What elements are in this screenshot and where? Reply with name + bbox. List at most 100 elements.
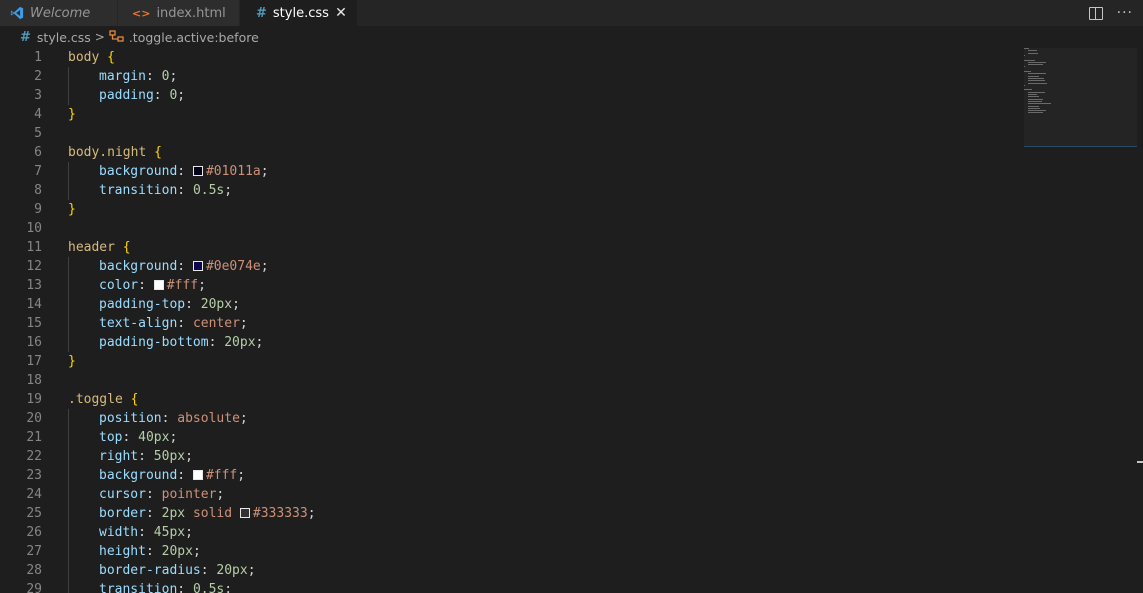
code-line: padding-top: 20px;: [68, 295, 316, 314]
line-number: 27: [26, 544, 42, 559]
tab-label: Welcome: [30, 5, 91, 21]
color-swatch[interactable]: [192, 261, 203, 271]
css-value: 45px: [153, 525, 186, 540]
code-line: cursor: pointer;: [68, 485, 316, 504]
code-line: body {: [68, 48, 316, 67]
code-line: right: 50px;: [68, 447, 316, 466]
line-number: 28: [26, 563, 42, 578]
breadcrumb-file[interactable]: style.css: [37, 30, 91, 45]
indent-guide: [68, 504, 99, 523]
minimap-line: [1024, 71, 1032, 72]
css-property: padding: [99, 88, 154, 103]
css-value: 2px: [161, 506, 186, 521]
css-selector: body.night: [68, 145, 147, 160]
css-property: background: [99, 259, 178, 274]
code-line: background: #01011a;: [68, 162, 316, 181]
split-editor-icon[interactable]: [1088, 6, 1103, 20]
indent-guide: [68, 409, 99, 428]
css-property: margin: [99, 69, 146, 84]
css-value: 20px: [161, 544, 193, 559]
css-selector: header: [68, 240, 115, 255]
indent-guide: [68, 86, 99, 105]
line-number: 5: [34, 126, 42, 141]
css-value: 0.5s: [192, 183, 225, 198]
indent-guide: [68, 466, 99, 485]
tab-index-html[interactable]: <> index.html: [118, 0, 240, 26]
minimap-line: [1028, 105, 1039, 107]
code-line: .toggle {: [68, 390, 316, 409]
line-number-gutter: 1 2 3 4 5 6 7 8 9 10 11 12 13 14 15 16 1…: [0, 48, 48, 593]
minimap-viewport[interactable]: [1024, 48, 1137, 147]
line-number: 7: [34, 164, 42, 179]
css-property: top: [99, 430, 123, 445]
code-line: }: [68, 105, 316, 124]
code-line: border: 2px solid #333333;: [68, 504, 316, 523]
code-area[interactable]: body { margin: 0; padding: 0; } body.nig…: [68, 48, 316, 593]
color-swatch[interactable]: [239, 508, 250, 518]
code-line: color: #fff;: [68, 276, 316, 295]
tab-style-css[interactable]: # style.css ✕: [240, 0, 358, 26]
brace: }: [68, 354, 76, 369]
code-line: background: #0e074e;: [68, 257, 316, 276]
brace: {: [107, 50, 115, 65]
css-file-icon: #: [256, 5, 267, 21]
editor-pane[interactable]: 1 2 3 4 5 6 7 8 9 10 11 12 13 14 15 16 1…: [0, 48, 1143, 593]
css-value: absolute: [177, 411, 240, 426]
css-value: 0.5s: [192, 582, 225, 593]
color-swatch[interactable]: [153, 280, 164, 290]
close-icon[interactable]: ✕: [331, 3, 351, 23]
css-property: background: [99, 164, 178, 179]
minimap-line: [1028, 94, 1037, 95]
breadcrumb-symbol[interactable]: .toggle.active:before: [129, 30, 259, 45]
css-property: border: [99, 506, 146, 521]
css-value: pointer: [161, 487, 217, 502]
code-line: height: 20px;: [68, 542, 316, 561]
code-line: width: 45px;: [68, 523, 316, 542]
code-line: }: [68, 352, 316, 371]
css-property: background: [99, 468, 178, 483]
minimap-line: [1024, 84, 1025, 86]
css-value: #0e074e: [205, 259, 261, 274]
indent-guide: [68, 561, 99, 580]
line-number: 18: [26, 373, 42, 388]
minimap[interactable]: [1024, 48, 1137, 158]
line-number: 13: [26, 278, 42, 293]
line-number: 11: [26, 240, 42, 255]
indent-guide: [68, 580, 99, 593]
indent-guide: [68, 181, 99, 200]
css-property: right: [99, 449, 139, 464]
more-actions-icon[interactable]: ···: [1117, 0, 1133, 26]
css-selector: .toggle: [68, 392, 123, 407]
indent-guide: [68, 67, 99, 86]
line-number: 9: [34, 202, 42, 217]
tab-welcome[interactable]: Welcome: [0, 0, 118, 26]
symbol-selector-icon: [109, 30, 125, 44]
color-swatch[interactable]: [192, 166, 203, 176]
line-number: 17: [26, 354, 42, 369]
line-number: 4: [34, 107, 42, 122]
css-property: transition: [99, 582, 178, 593]
minimap-line: [1028, 91, 1046, 93]
indent-guide: [68, 428, 99, 447]
minimap-line: [1028, 107, 1040, 109]
minimap-line: [1024, 54, 1025, 56]
minimap-line: [1028, 82, 1047, 84]
breadcrumb-separator: >: [94, 30, 105, 44]
css-property: width: [99, 525, 139, 540]
minimap-line: [1024, 59, 1035, 61]
indent-guide: [68, 314, 99, 333]
css-selector: body: [68, 50, 100, 65]
css-value: solid: [192, 506, 233, 521]
minimap-line: [1028, 110, 1046, 112]
css-property: position: [99, 411, 162, 426]
code-line: top: 40px;: [68, 428, 316, 447]
indent-guide: [68, 257, 99, 276]
css-value: 20px: [216, 563, 248, 578]
editor-actions: ···: [1088, 0, 1133, 26]
code-line: text-align: center;: [68, 314, 316, 333]
color-swatch[interactable]: [192, 470, 203, 480]
code-line: transition: 0.5s;: [68, 580, 316, 593]
indent-guide: [68, 523, 99, 542]
minimap-line: [1028, 61, 1046, 63]
